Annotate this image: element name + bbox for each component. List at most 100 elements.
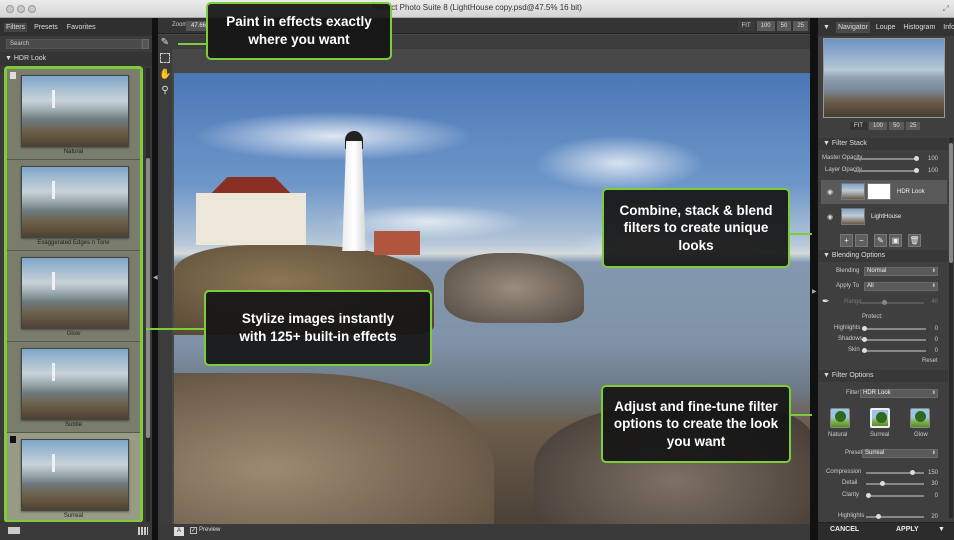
compression-slider[interactable] <box>866 470 924 475</box>
range-slider[interactable] <box>860 300 924 305</box>
style-surreal-button[interactable] <box>870 408 890 428</box>
right-panel-divider[interactable]: ▶ <box>810 18 818 540</box>
trash-icon[interactable]: 🗑 <box>908 234 921 247</box>
zoom-50-button[interactable]: 50 <box>776 21 792 31</box>
callout-combine: Combine, stack & blend filters to create… <box>602 188 790 268</box>
detail-value: 30 <box>931 481 938 487</box>
left-tabs: Filters Presets Favorites <box>0 18 152 36</box>
preview-checkbox[interactable]: ✓ <box>190 527 197 534</box>
master-opacity-slider[interactable] <box>854 156 919 161</box>
preset-item-subtle[interactable]: Subtle <box>7 342 140 433</box>
eyedropper-icon[interactable]: ✒ <box>822 296 830 307</box>
filter-stack-header[interactable]: ▼ Filter Stack <box>818 138 948 150</box>
preset-label: Natural <box>63 149 84 155</box>
zoom-input[interactable]: 47.66 <box>186 21 208 31</box>
remove-layer-button[interactable]: − <box>855 234 868 247</box>
zoom-25-button[interactable]: 25 <box>793 21 808 31</box>
layer-mask[interactable] <box>867 183 891 200</box>
flag-icon[interactable] <box>10 436 16 443</box>
fit-button[interactable]: FIT <box>737 21 755 31</box>
nav-50-button[interactable]: 50 <box>889 122 904 130</box>
clarity-slider[interactable] <box>866 493 924 498</box>
protect-skin-slider[interactable] <box>862 348 926 353</box>
hand-icon[interactable]: ✋ <box>159 69 171 81</box>
range-value: 40 <box>931 299 938 305</box>
chevron-updown-icon: ⬍ <box>931 390 936 396</box>
layer-hdr-look[interactable]: ◉ HDR Look <box>821 180 947 204</box>
preset-item-glow[interactable]: Glow <box>7 251 140 342</box>
eye-icon[interactable]: ◉ <box>827 213 833 221</box>
tab-info[interactable]: Info <box>941 22 954 33</box>
collapse-navigator-icon[interactable]: ▼ <box>821 22 832 33</box>
mask-layer-button[interactable]: ▣ <box>889 234 902 247</box>
zoom-icon[interactable]: ⚲ <box>159 85 171 97</box>
thumbnail-size-button[interactable] <box>8 527 20 534</box>
layer-opacity-slider[interactable] <box>854 168 919 173</box>
nav-fit-button[interactable]: FIT <box>850 122 867 130</box>
preset-item-exaggerated[interactable]: Exaggerated Edges n Tone <box>7 160 140 251</box>
category-hdr-look[interactable]: ▼ HDR Look <box>0 52 152 66</box>
reset-button[interactable]: Reset <box>922 358 938 364</box>
chevron-updown-icon: ⬍ <box>931 268 936 274</box>
nav-25-button[interactable]: 25 <box>905 122 921 130</box>
tab-favorites[interactable]: Favorites <box>65 23 98 32</box>
flag-icon[interactable] <box>10 72 16 79</box>
apply-button[interactable]: APPLY <box>896 526 919 533</box>
filters-panel: Filters Presets Favorites Search ▼ HDR L… <box>0 18 152 540</box>
nav-100-button[interactable]: 100 <box>869 122 888 130</box>
master-opacity-value: 100 <box>927 156 938 162</box>
photo-rock <box>444 253 584 323</box>
tab-histogram[interactable]: Histogram <box>901 22 937 33</box>
fullscreen-icon[interactable]: ⤢ <box>943 4 949 14</box>
add-layer-button[interactable]: + <box>840 234 853 247</box>
filter-options-header[interactable]: ▼ Filter Options <box>818 370 948 382</box>
compression-label: Compression <box>826 469 862 475</box>
zoom-100-button[interactable]: 100 <box>756 21 775 31</box>
grid-view-icon[interactable] <box>138 527 148 535</box>
before-after-button[interactable]: A <box>174 527 184 536</box>
filter-value: HDR Look <box>863 390 891 396</box>
preset-item-natural[interactable]: Natural <box>7 69 140 160</box>
tab-navigator[interactable]: Navigator <box>835 21 870 33</box>
preview-label: Preview <box>199 527 221 533</box>
style-glow-label: Glow <box>914 432 928 438</box>
brush-icon[interactable]: ✎ <box>159 37 171 49</box>
brush-layer-button[interactable]: ✎ <box>874 234 887 247</box>
preset-label: Preset <box>845 450 863 456</box>
preset-scrollbar-thumb[interactable] <box>146 158 150 438</box>
style-glow-button[interactable] <box>910 408 930 428</box>
detail-slider[interactable] <box>866 481 924 486</box>
preset-item-surreal[interactable]: Surreal <box>7 433 140 520</box>
filter-dropdown[interactable]: HDR Look ⬍ <box>860 389 938 398</box>
tab-filters[interactable]: Filters <box>4 22 28 32</box>
search-input[interactable]: Search <box>6 39 142 49</box>
preset-label: Subtle <box>64 422 82 428</box>
style-natural-button[interactable] <box>830 408 850 428</box>
protect-shadows-label: Shadows <box>838 336 863 342</box>
cancel-button[interactable]: CANCEL <box>830 526 859 533</box>
callout-stylize: Stylize images instantly with 125+ built… <box>204 290 432 366</box>
callout-adjust: Adjust and fine-tune filter options to c… <box>601 385 791 463</box>
settings-scrollbar-thumb[interactable] <box>949 143 953 263</box>
highlights-slider[interactable] <box>866 514 924 519</box>
protect-shadows-slider[interactable] <box>862 337 926 342</box>
window-title: Perfect Photo Suite 8 (LightHouse copy.p… <box>372 3 582 12</box>
layer-lighthouse[interactable]: ◉ LightHouse <box>821 205 947 229</box>
tab-loupe[interactable]: Loupe <box>874 22 897 33</box>
eye-icon[interactable]: ◉ <box>827 188 833 196</box>
preset-dropdown[interactable]: Surreal ⬍ <box>862 449 938 458</box>
crop-icon[interactable] <box>160 53 170 63</box>
search-clear-button[interactable] <box>142 39 149 49</box>
apply-to-dropdown[interactable]: All ⬍ <box>864 282 938 291</box>
callout-connector <box>790 414 812 416</box>
blending-options-header[interactable]: ▼ Blending Options <box>818 250 948 262</box>
preset-label: Surreal <box>63 513 84 519</box>
collapse-left-icon[interactable]: ◀ <box>153 274 158 281</box>
apply-menu-icon[interactable]: ▼ <box>938 526 945 533</box>
blending-dropdown[interactable]: Normal ⬍ <box>864 267 938 276</box>
protect-highlights-slider[interactable] <box>862 326 926 331</box>
style-natural-label: Natural <box>828 432 848 438</box>
navigator-preview[interactable] <box>823 38 945 118</box>
collapse-right-icon[interactable]: ▶ <box>812 288 817 295</box>
tab-presets[interactable]: Presets <box>32 23 60 32</box>
